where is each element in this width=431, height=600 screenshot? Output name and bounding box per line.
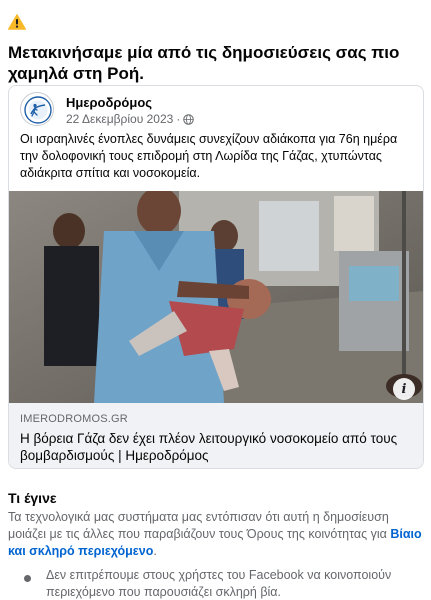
warning-triangle-icon (8, 14, 26, 30)
policy-bullet: Δεν επιτρέπουμε στους χρήστες του Facebo… (46, 568, 392, 599)
link-preview[interactable]: IMERODROMOS.GR Η βόρεια Γάζα δεν έχει πλ… (9, 403, 423, 468)
post-card: Ημεροδρόμος 22 Δεκεμβρίου 2023 · Οι ισρα… (8, 85, 424, 469)
post-date[interactable]: 22 Δεκεμβρίου 2023 (66, 112, 173, 126)
avatar[interactable] (20, 92, 54, 126)
globe-icon (183, 113, 195, 125)
explanation-heading: Τι έγινε (8, 490, 57, 506)
explanation-text: Τα τεχνολογικά μας συστήματα μας εντόπισ… (8, 509, 424, 560)
explanation-text-after: . (153, 544, 157, 558)
post-image[interactable] (9, 191, 423, 403)
post-author[interactable]: Ημεροδρόμος (66, 95, 152, 110)
link-domain: IMERODROMOS.GR (20, 413, 128, 425)
page-headline: Μετακινήσαμε μία από τις δημοσιεύσεις σα… (8, 43, 400, 83)
post-text: Οι ισραηλινές ένοπλες δυνάμεις συνεχίζου… (20, 132, 398, 180)
meta-separator: · (176, 112, 181, 126)
bullet-dot (24, 575, 31, 582)
image-info-button[interactable]: i (393, 378, 415, 400)
post-meta: 22 Δεκεμβρίου 2023 · (66, 112, 195, 126)
link-title[interactable]: Η βόρεια Γάζα δεν έχει πλέον λειτουργικό… (20, 430, 415, 464)
explanation-text-before: Τα τεχνολογικά μας συστήματα μας εντόπισ… (8, 510, 391, 541)
post-header: Ημεροδρόμος 22 Δεκεμβρίου 2023 · (20, 92, 410, 128)
